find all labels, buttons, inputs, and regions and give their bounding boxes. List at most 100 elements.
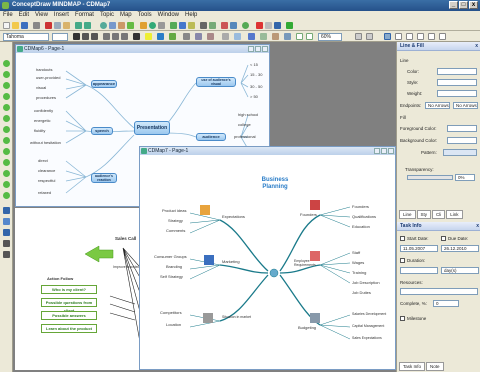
properties-icon[interactable] [384,33,391,40]
endpoint-end-select[interactable]: No Arrows [453,102,478,109]
menu-view[interactable]: View [35,11,48,20]
panel-icon[interactable] [366,33,373,40]
leaf[interactable]: energetic [34,118,50,123]
leaf[interactable]: < 15 [250,62,258,67]
tab-link[interactable]: Link [446,210,463,219]
transparency-slider[interactable] [407,175,453,180]
view-icon[interactable] [355,33,362,40]
tool-green-7-icon[interactable] [3,126,10,133]
leaf[interactable]: Location [166,322,181,327]
topic-audience[interactable]: audience [196,133,226,141]
collapse-icon[interactable] [272,33,279,40]
foreground-color-select[interactable] [447,125,477,132]
tool-green-1-icon[interactable] [3,60,10,67]
map7-canvas[interactable]: Business Planning Expectations Marketing … [140,155,395,369]
new-icon[interactable] [3,22,10,29]
brainstorm-icon[interactable] [188,22,195,29]
leaf[interactable]: Qualifications [352,214,376,219]
tool-green-4-icon[interactable] [3,93,10,100]
topic-employee-requirements[interactable]: Employee Requirements [294,259,320,267]
theme-icon[interactable] [248,33,255,40]
shape-icon[interactable] [183,33,190,40]
stop-icon[interactable] [256,22,263,29]
select-tool-icon[interactable] [3,207,10,214]
leaf[interactable]: Wages [352,260,364,265]
tool-green-5-icon[interactable] [3,104,10,111]
map7-close[interactable] [388,148,394,154]
topic-expectations[interactable]: Expectations [222,214,245,219]
leaf[interactable]: Comments [166,228,185,233]
map7-maximize[interactable] [381,148,387,154]
green-item-3[interactable]: Possible answers [41,311,97,320]
italic-icon[interactable] [82,33,89,40]
topic-visual[interactable]: use of audience's visual [196,77,236,87]
zoom-select[interactable]: 60% [318,33,342,41]
leaf[interactable]: procedures [36,95,56,100]
menu-topic[interactable]: Topic [100,11,114,20]
leaf[interactable]: Capital Management [352,324,384,328]
subtopic-icon[interactable] [109,22,116,29]
endpoint-start-select[interactable]: No Arrows [425,102,450,109]
font-size-select[interactable] [52,33,68,41]
leaf[interactable]: without hesitation [30,140,61,145]
leaf[interactable]: relaxed [38,190,51,195]
leaf[interactable]: Founders [352,204,369,209]
undo-icon[interactable] [75,22,82,29]
leaf[interactable]: handouts [36,67,52,72]
tool-green-9-icon[interactable] [3,148,10,155]
cut-icon[interactable] [45,22,52,29]
save-icon[interactable] [21,22,28,29]
links-icon[interactable] [439,33,446,40]
tool-green-12-icon[interactable] [3,181,10,188]
tab-line[interactable]: Line [399,210,416,219]
menu-tools[interactable]: Tools [138,11,152,20]
menu-file[interactable]: File [3,11,13,20]
note-icon[interactable] [158,22,165,29]
action-follow-node[interactable]: Action Follow [47,276,73,281]
leaf[interactable]: Staff [352,250,360,255]
tab-clipart[interactable]: Cli [432,210,446,219]
notes-panel-icon[interactable] [406,33,413,40]
topic-audience-reaction[interactable]: audience's reaction [91,173,117,183]
text-color-icon[interactable] [133,33,140,40]
layout-icon[interactable] [222,33,229,40]
leaf[interactable]: visual [36,85,46,90]
green-item-2[interactable]: Possible questions from client [41,298,97,313]
font-select[interactable]: Tahoma [3,33,49,41]
milestone-checkbox[interactable] [400,316,405,322]
tool-green-10-icon[interactable] [3,159,10,166]
outline-panel-icon[interactable] [395,33,402,40]
copy-icon[interactable] [54,22,61,29]
leaf[interactable]: Salaries Development [352,312,386,316]
align-center-icon[interactable] [112,33,119,40]
topic-appearance[interactable]: appearance [91,80,117,88]
redo-icon[interactable] [84,22,91,29]
sales-call-node[interactable]: Sales Call [115,236,136,241]
start-date-field[interactable]: 11.05.2007 [400,245,438,252]
paste-icon[interactable] [63,22,70,29]
leaf[interactable]: Branding [166,264,182,269]
outline-icon[interactable] [200,22,207,29]
duration-unit-select[interactable]: day(s) [441,267,479,274]
callout-icon[interactable] [118,22,125,29]
menu-map[interactable]: Map [120,11,132,20]
zoom-out-icon[interactable] [306,33,313,40]
filter-icon[interactable] [209,22,216,29]
line-tool-icon[interactable] [3,229,10,236]
menu-insert[interactable]: Insert [54,11,69,20]
map7-minimize[interactable] [374,148,380,154]
presentation-central-topic[interactable]: Presentation [134,121,170,135]
menu-help[interactable]: Help [185,11,197,20]
grid-icon[interactable] [234,33,241,40]
highlight-icon[interactable] [145,33,152,40]
curve-tool-icon[interactable] [3,251,10,258]
topic-marketing[interactable]: Marketing [222,259,240,264]
close-icon[interactable]: x [476,222,479,231]
leaf[interactable]: user-provided [36,75,60,80]
tab-task-info[interactable]: Task Info [399,362,426,371]
tab-note[interactable]: Note [426,362,444,371]
symbol-icon[interactable] [140,22,147,29]
clipart-icon[interactable] [428,33,435,40]
leaf[interactable]: Strategy [168,218,183,223]
leaf[interactable]: Education [352,224,370,229]
